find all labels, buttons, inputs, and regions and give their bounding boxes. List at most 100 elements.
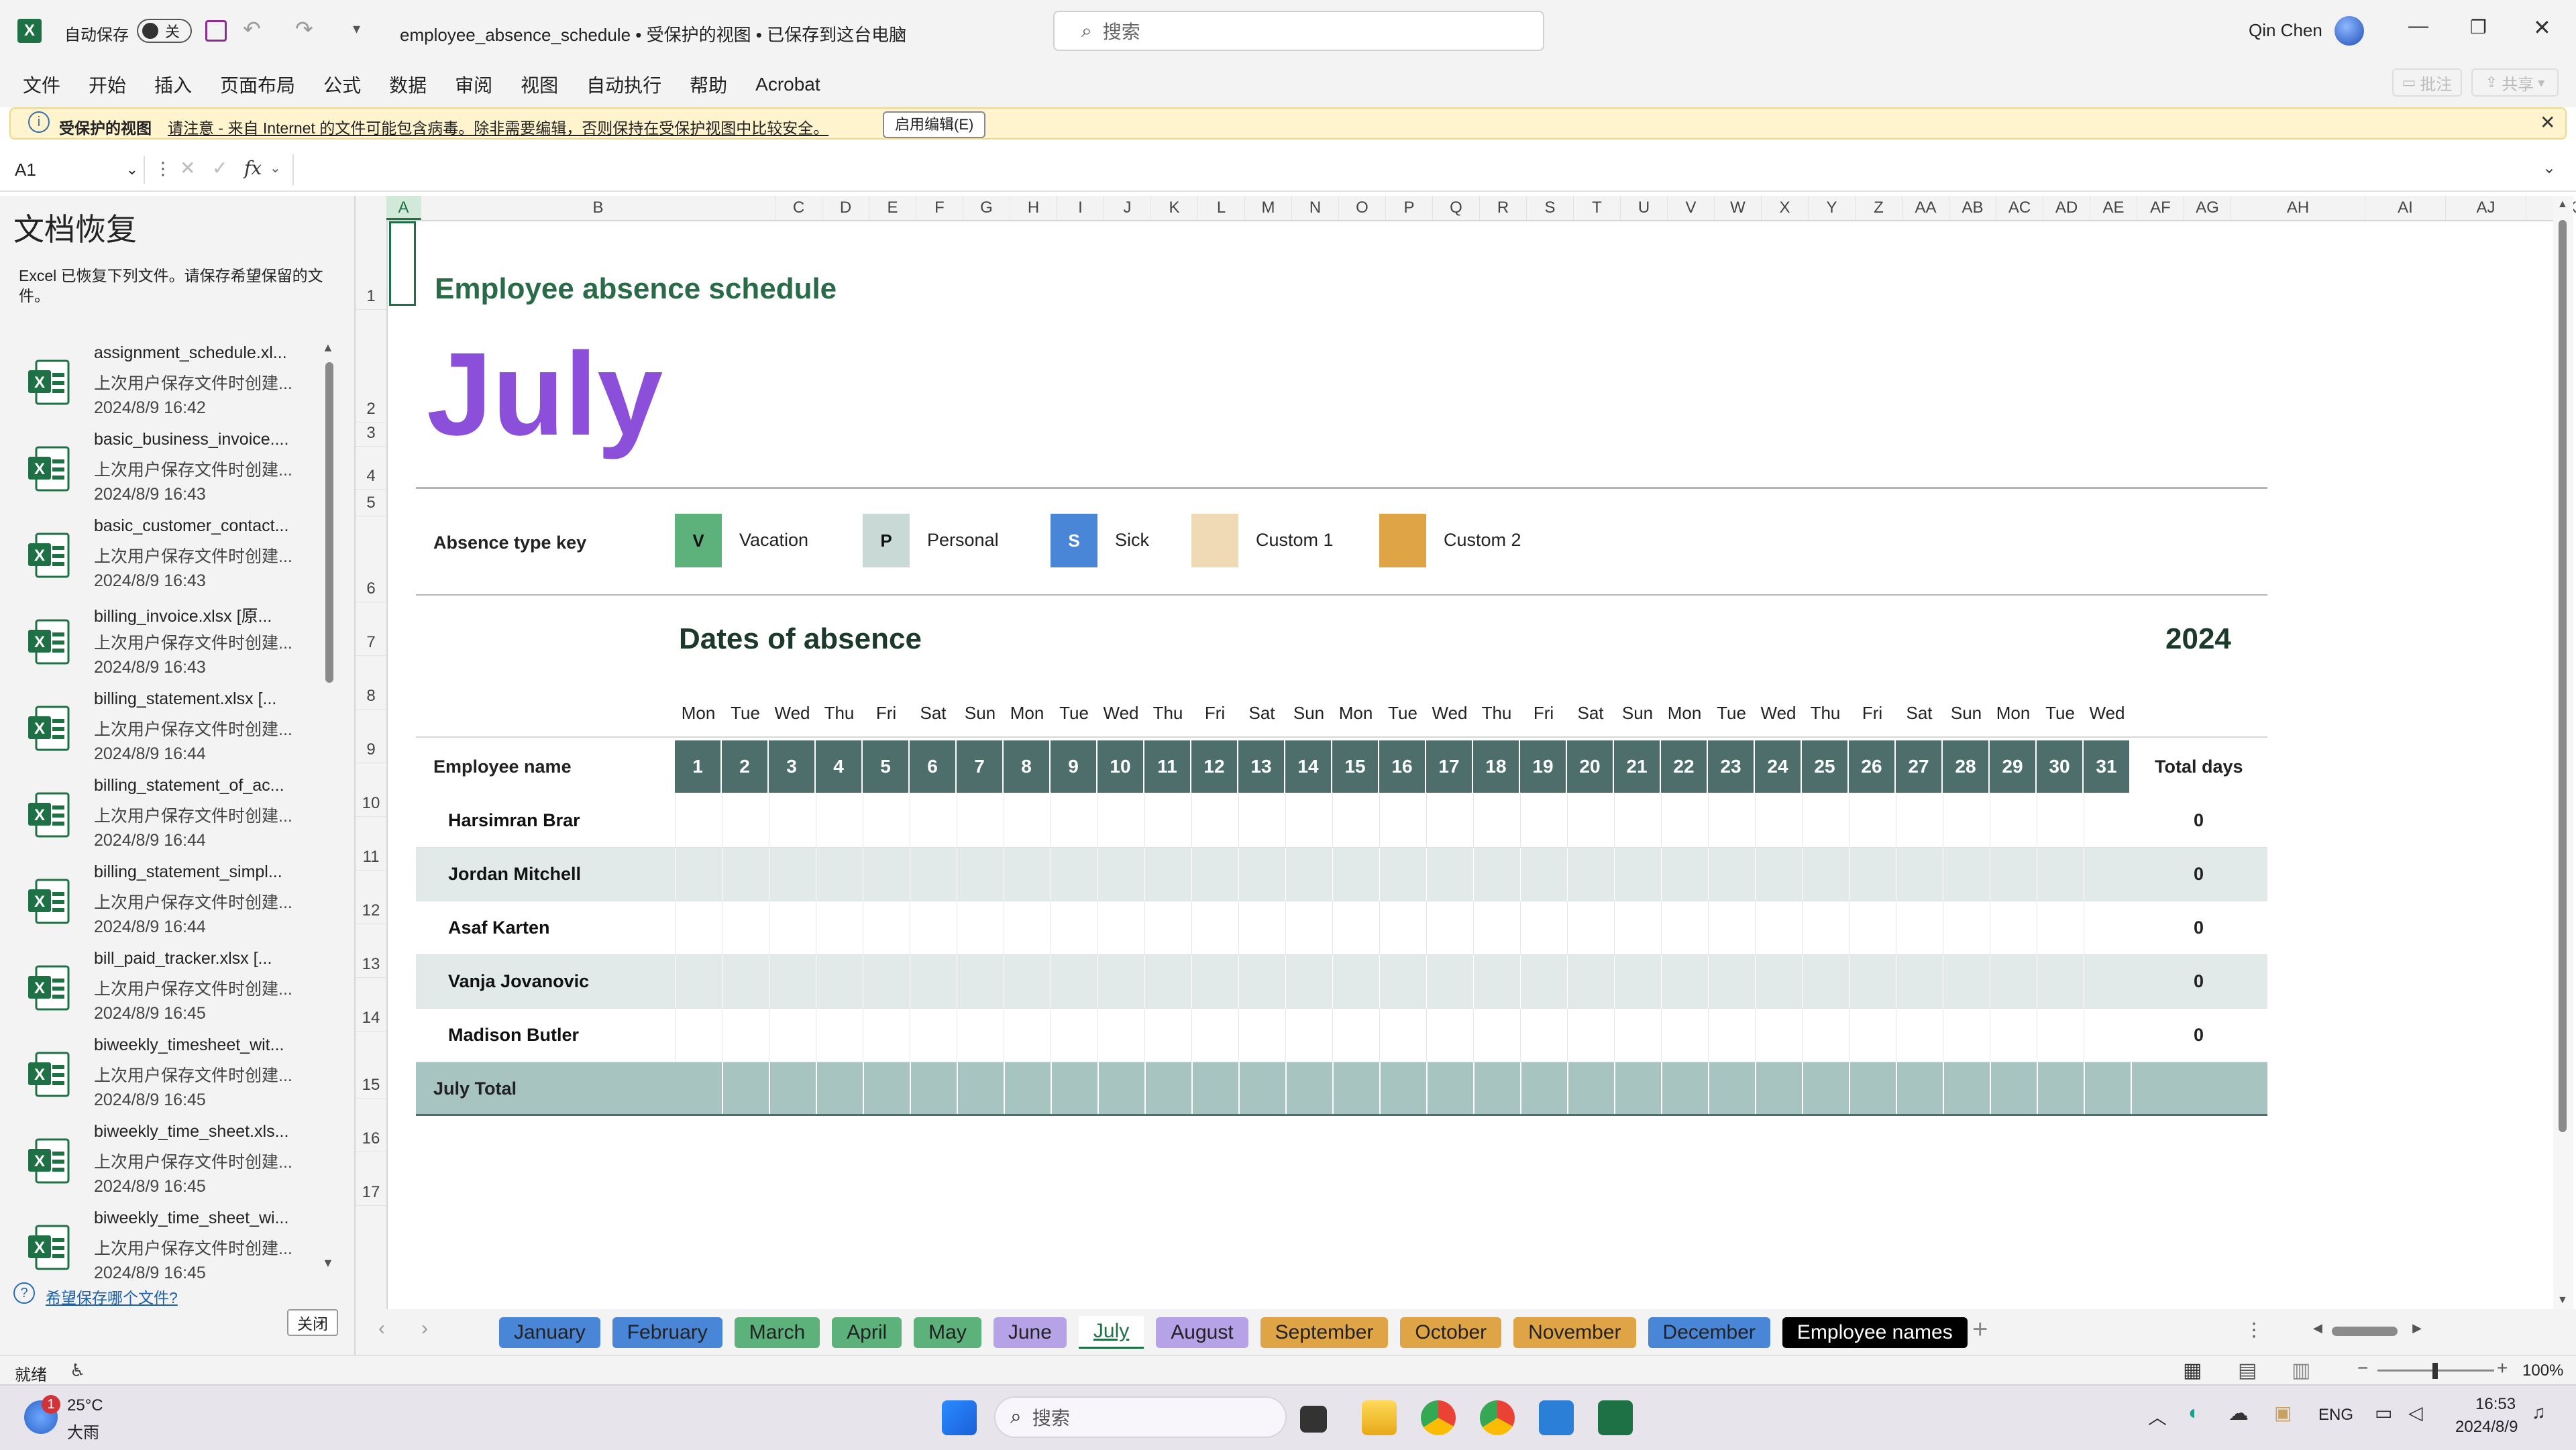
absence-cell[interactable] xyxy=(1473,955,1520,1009)
column-header[interactable]: Y xyxy=(1809,196,1856,220)
sheet-tab[interactable]: July xyxy=(1078,1316,1144,1349)
menu-tab[interactable]: 数据 xyxy=(389,71,427,98)
day-number-cell[interactable]: 17 xyxy=(1426,740,1472,793)
volume-icon[interactable]: ◁ xyxy=(2408,1402,2423,1424)
absence-cell[interactable] xyxy=(1426,901,1473,955)
zoom-slider[interactable] xyxy=(2377,1363,2494,1379)
absence-cell[interactable] xyxy=(1191,848,1238,901)
absence-cell[interactable] xyxy=(1144,1009,1191,1062)
formula-input[interactable] xyxy=(292,154,2541,185)
column-header[interactable]: T xyxy=(1574,196,1621,220)
absence-cell[interactable] xyxy=(1332,794,1379,848)
column-header[interactable]: Q xyxy=(1433,196,1480,220)
column-header[interactable]: E xyxy=(869,196,916,220)
name-box[interactable]: A1 ⌄ xyxy=(9,156,145,184)
absence-cell[interactable] xyxy=(2084,794,2131,848)
recovered-file-item[interactable]: Xbiweekly_time_sheet_wi... 上次用户保存文件时创建...… xyxy=(27,1209,322,1282)
absence-cell[interactable] xyxy=(1238,794,1285,848)
absence-cell[interactable] xyxy=(1426,794,1473,848)
sheet-tab[interactable]: April xyxy=(832,1317,902,1348)
absence-cell[interactable] xyxy=(1051,1009,1097,1062)
absence-cell[interactable] xyxy=(2084,955,2131,1009)
close-bar-icon[interactable]: ✕ xyxy=(2540,111,2555,133)
total-day-cell[interactable] xyxy=(1097,1062,1144,1114)
column-header[interactable]: AD xyxy=(2043,196,2090,220)
absence-cell[interactable] xyxy=(2084,1009,2131,1062)
row-header[interactable]: 12 xyxy=(356,871,386,924)
sheet-tab[interactable]: September xyxy=(1260,1317,1389,1348)
scroll-down-icon[interactable]: ▼ xyxy=(322,1256,334,1270)
absence-cell[interactable] xyxy=(957,794,1004,848)
absence-cell[interactable] xyxy=(1755,955,1802,1009)
total-day-cell[interactable] xyxy=(722,1062,769,1114)
language-indicator[interactable]: ENG xyxy=(2318,1406,2353,1425)
document-title[interactable]: employee_absence_schedule • 受保护的视图 • 已保存… xyxy=(400,21,906,46)
day-number-cell[interactable]: 23 xyxy=(1708,740,1754,793)
start-menu-icon[interactable] xyxy=(942,1400,977,1435)
absence-cell[interactable] xyxy=(1849,794,1896,848)
total-day-cell[interactable] xyxy=(1379,1062,1426,1114)
avatar[interactable] xyxy=(2334,16,2364,46)
sheet-tab[interactable]: December xyxy=(1648,1317,1770,1348)
menu-tab[interactable]: 公式 xyxy=(323,71,361,98)
menu-tab[interactable]: 文件 xyxy=(23,71,60,98)
column-header[interactable]: AB xyxy=(1949,196,1996,220)
day-number-cell[interactable]: 24 xyxy=(1755,740,1801,793)
total-day-cell[interactable] xyxy=(1896,1062,1943,1114)
tray-app-icon[interactable]: ▣ xyxy=(2274,1402,2292,1424)
total-day-cell[interactable] xyxy=(1990,1062,2037,1114)
minimize-icon[interactable]: — xyxy=(2408,15,2428,38)
column-header[interactable]: AE xyxy=(2090,196,2137,220)
day-number-cell[interactable]: 18 xyxy=(1473,740,1519,793)
absence-cell[interactable] xyxy=(1332,1009,1379,1062)
absence-cell[interactable] xyxy=(910,901,957,955)
row-header[interactable]: 7 xyxy=(356,602,386,656)
absence-cell[interactable] xyxy=(1896,794,1943,848)
column-header[interactable]: AG xyxy=(2184,196,2231,220)
absence-cell[interactable] xyxy=(722,955,769,1009)
absence-cell[interactable] xyxy=(1097,794,1144,848)
absence-cell[interactable] xyxy=(1004,1009,1051,1062)
absence-cell[interactable] xyxy=(1614,848,1661,901)
total-day-cell[interactable] xyxy=(1567,1062,1614,1114)
tab-prev-icon[interactable]: ‹ xyxy=(378,1317,385,1340)
absence-cell[interactable] xyxy=(1943,901,1990,955)
column-header[interactable]: A xyxy=(386,196,421,220)
total-day-cell[interactable] xyxy=(1238,1062,1285,1114)
absence-cell[interactable] xyxy=(2037,901,2084,955)
day-number-cell[interactable]: 20 xyxy=(1567,740,1613,793)
recovered-file-item[interactable]: Xbilling_statement_simpl... 上次用户保存文件时创建..… xyxy=(27,862,322,950)
menu-tab[interactable]: Acrobat xyxy=(755,74,820,95)
absence-cell[interactable] xyxy=(910,848,957,901)
employee-name[interactable]: Harsimran Brar xyxy=(448,810,580,831)
absence-cell[interactable] xyxy=(769,955,816,1009)
row-header[interactable]: 5 xyxy=(356,490,386,516)
absence-cell[interactable] xyxy=(910,794,957,848)
add-sheet-icon[interactable]: + xyxy=(1972,1315,1988,1345)
employee-name[interactable]: Vanja Jovanovic xyxy=(448,971,589,992)
absence-cell[interactable] xyxy=(1520,955,1567,1009)
absence-cell[interactable] xyxy=(1802,848,1849,901)
scroll-thumb[interactable] xyxy=(325,362,333,683)
search-box[interactable]: ⌕ 搜索 xyxy=(1053,11,1544,51)
row-header[interactable]: 14 xyxy=(356,978,386,1031)
row-header[interactable]: 17 xyxy=(356,1152,386,1206)
row-header[interactable]: 16 xyxy=(356,1099,386,1152)
employee-name[interactable]: Madison Butler xyxy=(448,1025,579,1046)
sheet-tab[interactable]: August xyxy=(1156,1317,1248,1348)
absence-cell[interactable] xyxy=(675,955,722,1009)
sheet-tab[interactable]: February xyxy=(612,1317,722,1348)
row-header[interactable]: 4 xyxy=(356,447,386,490)
expand-formula-icon[interactable]: ⌄ xyxy=(2542,158,2556,178)
menu-tab[interactable]: 开始 xyxy=(89,71,126,98)
menu-tab[interactable]: 视图 xyxy=(521,71,558,98)
cancel-entry-icon[interactable]: ✕ xyxy=(180,157,195,179)
absence-cell[interactable] xyxy=(1520,1009,1567,1062)
day-number-cell[interactable]: 29 xyxy=(1990,740,2035,793)
absence-cell[interactable] xyxy=(769,794,816,848)
absence-cell[interactable] xyxy=(1990,848,2037,901)
absence-cell[interactable] xyxy=(1755,794,1802,848)
absence-cell[interactable] xyxy=(1379,794,1426,848)
column-header[interactable]: K xyxy=(1151,196,1198,220)
total-day-cell[interactable] xyxy=(863,1062,910,1114)
